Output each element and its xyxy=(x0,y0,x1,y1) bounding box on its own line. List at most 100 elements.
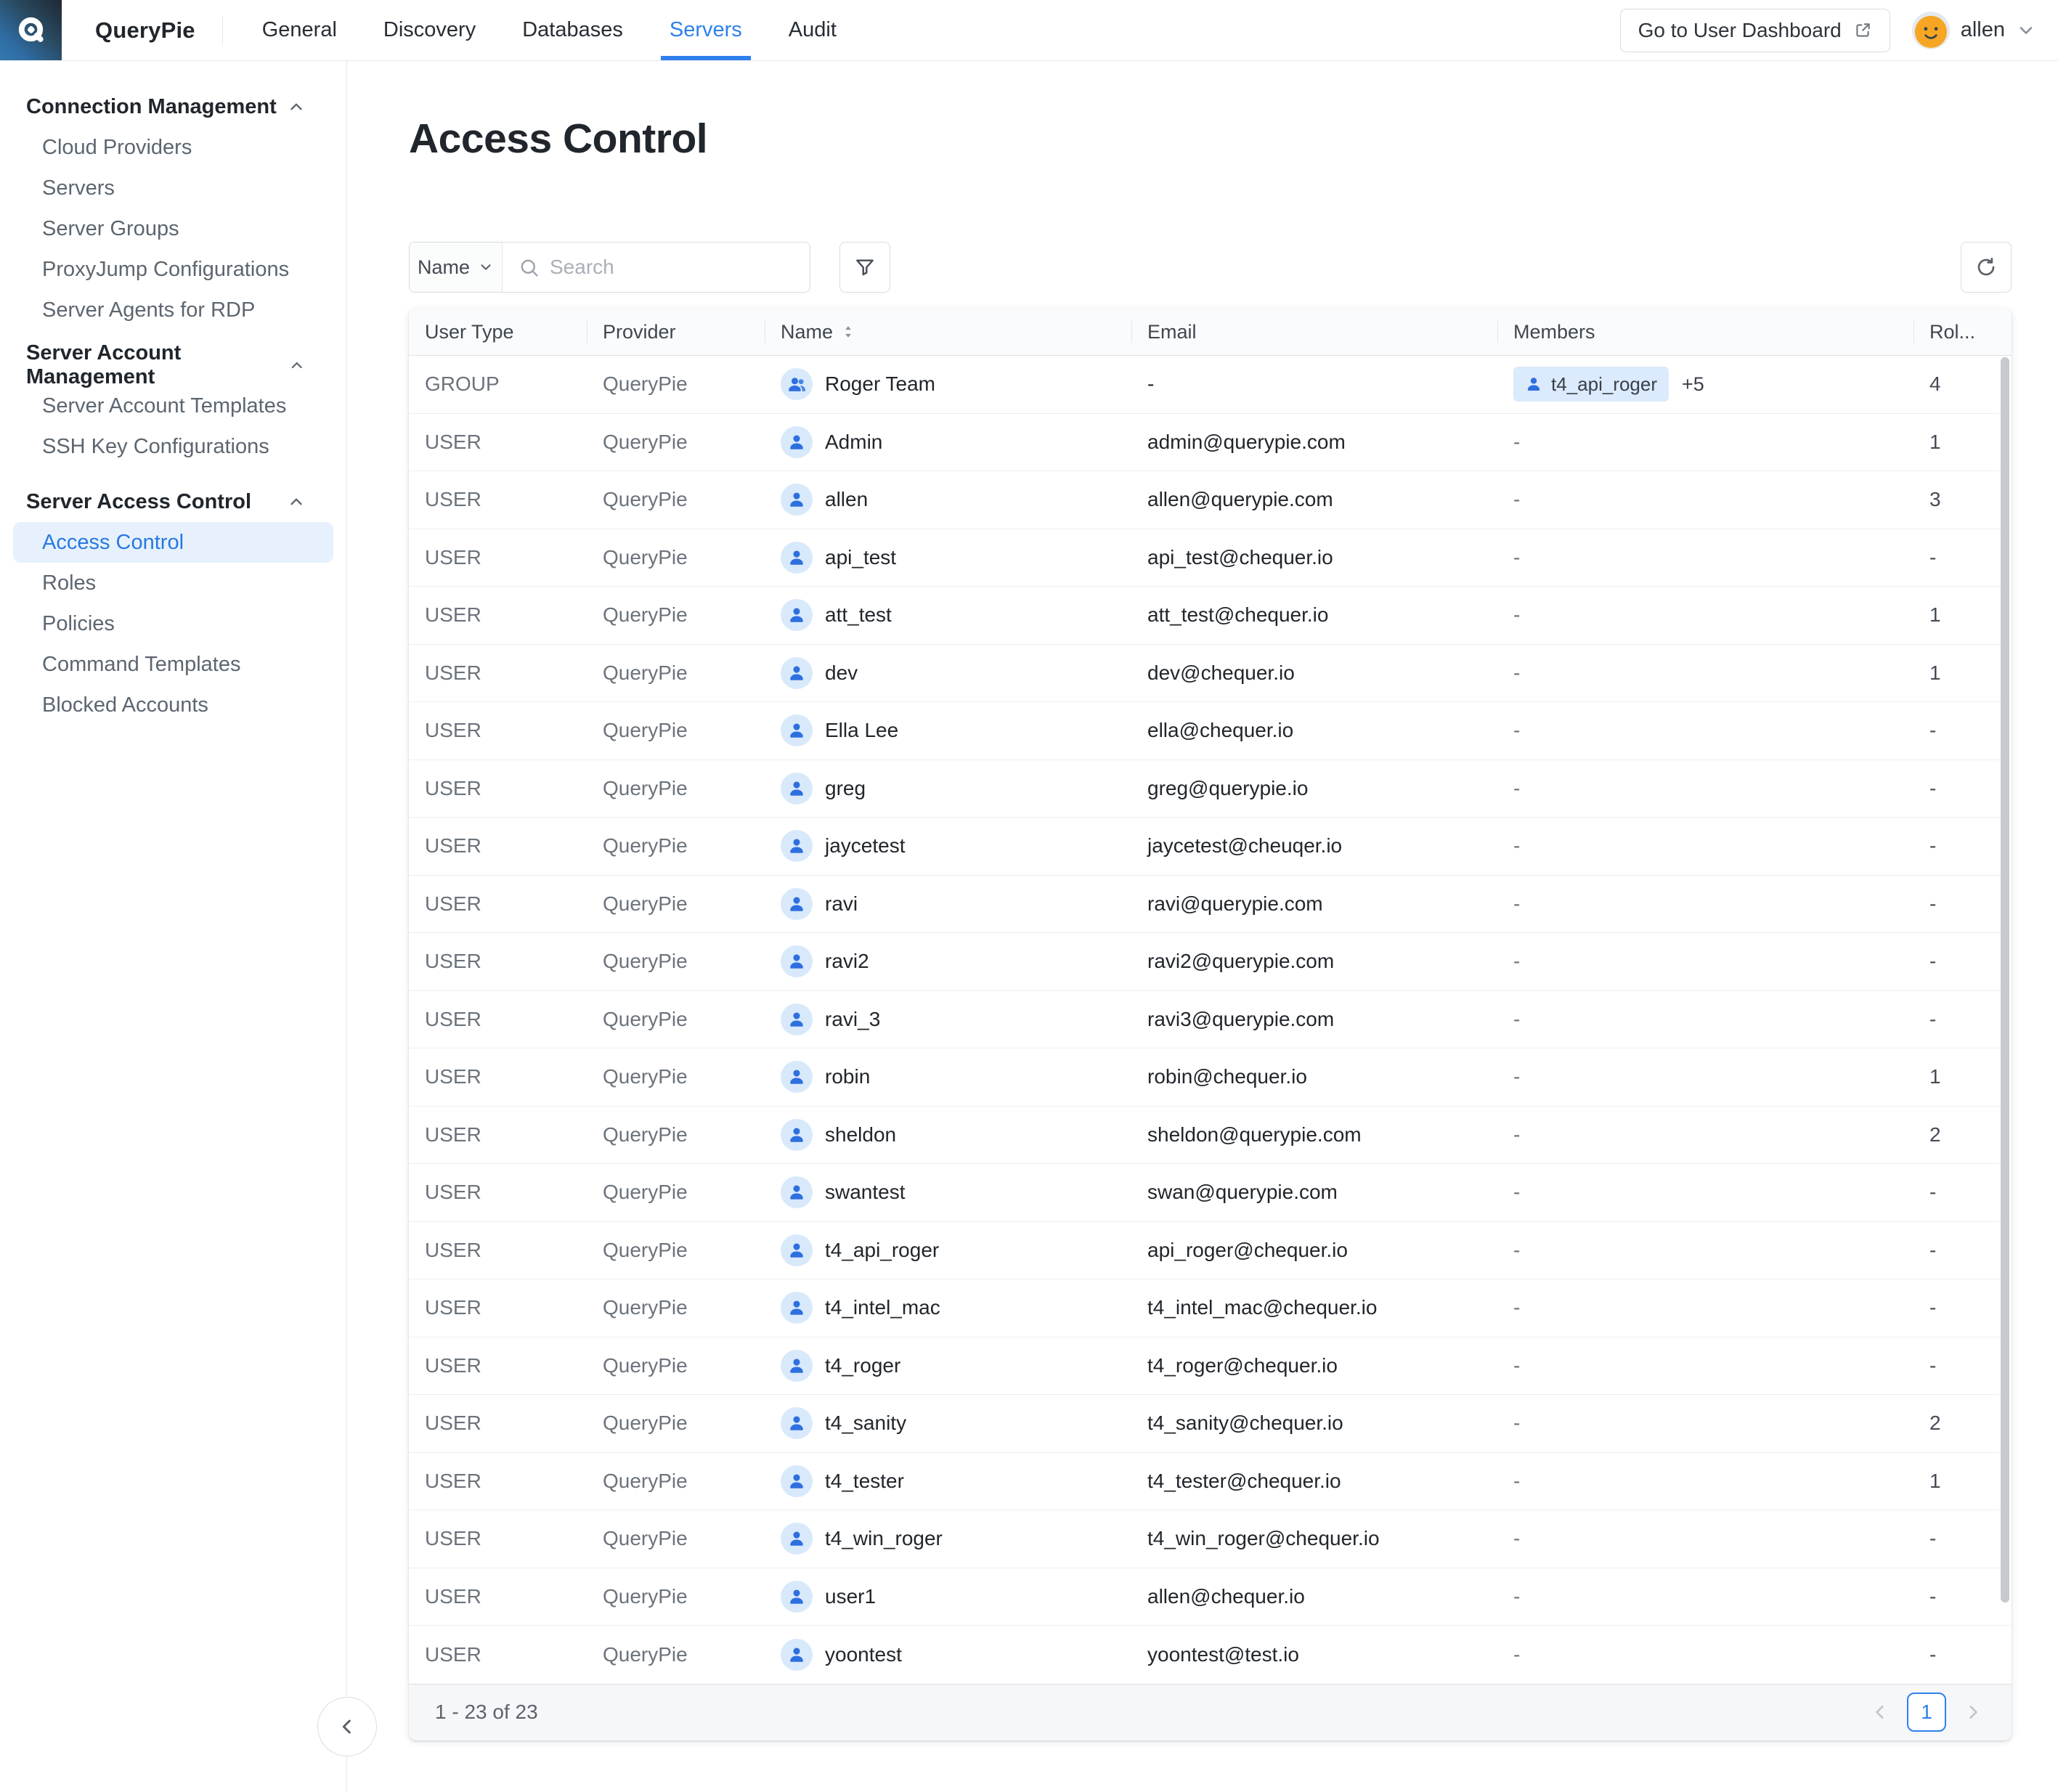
name-text: Roger Team xyxy=(825,372,935,396)
sidebar-item-server-groups[interactable]: Server Groups xyxy=(13,208,333,249)
user-icon xyxy=(787,1241,806,1260)
sidebar-item-cloud-providers[interactable]: Cloud Providers xyxy=(13,127,333,168)
sidebar-item-command-templates[interactable]: Command Templates xyxy=(13,644,333,685)
pagination-next-button[interactable] xyxy=(1962,1701,1984,1723)
user-icon xyxy=(787,548,806,567)
sidebar-item-proxyjump-configurations[interactable]: ProxyJump Configurations xyxy=(13,249,333,290)
name-text: t4_tester xyxy=(825,1470,904,1493)
querypie-logo[interactable] xyxy=(0,0,62,60)
sidebar-item-blocked-accounts[interactable]: Blocked Accounts xyxy=(13,685,333,725)
table-row[interactable]: USER QueryPie t4_tester t4_tester@cheque… xyxy=(409,1453,2012,1511)
sidebar-item-servers[interactable]: Servers xyxy=(13,168,333,208)
cell-name: Roger Team xyxy=(765,368,1131,400)
sidebar-section-connection-management: Connection Management Cloud Providers Se… xyxy=(0,92,346,330)
cell-user-type: USER xyxy=(409,1643,587,1666)
user-avatar-icon xyxy=(781,1407,813,1439)
nav-tab-databases[interactable]: Databases xyxy=(522,0,623,60)
sidebar-section-header-server-account-management[interactable]: Server Account Management xyxy=(0,351,346,380)
cell-user-type: USER xyxy=(409,1239,587,1262)
name-text: t4_win_roger xyxy=(825,1527,943,1550)
table-row[interactable]: USER QueryPie t4_api_roger api_roger@che… xyxy=(409,1222,2012,1280)
cell-email: dev@chequer.io xyxy=(1131,661,1497,685)
table-row[interactable]: USER QueryPie swantest swan@querypie.com… xyxy=(409,1164,2012,1222)
cell-roles: 1 xyxy=(1913,1065,2012,1088)
column-header-name[interactable]: Name xyxy=(765,309,1131,355)
filter-button[interactable] xyxy=(839,242,890,293)
name-text: user1 xyxy=(825,1585,876,1608)
cell-user-type: USER xyxy=(409,546,587,569)
user-menu[interactable]: allen xyxy=(1912,12,2036,49)
member-chip-extra-count: +5 xyxy=(1682,373,1704,396)
sidebar-section-header-connection-management[interactable]: Connection Management xyxy=(0,92,346,121)
table-row[interactable]: USER QueryPie dev dev@chequer.io - 1 xyxy=(409,645,2012,703)
search-input[interactable] xyxy=(550,256,794,279)
cell-user-type: USER xyxy=(409,892,587,916)
sidebar-item-ssh-key-configurations[interactable]: SSH Key Configurations xyxy=(13,426,333,467)
cell-roles: - xyxy=(1913,1296,2012,1319)
sidebar-section-server-access-control: Server Access Control Access Control Rol… xyxy=(0,487,346,725)
table-row[interactable]: USER QueryPie ravi ravi@querypie.com - - xyxy=(409,876,2012,934)
table-row[interactable]: USER QueryPie jaycetest jaycetest@cheuqe… xyxy=(409,818,2012,876)
cell-name: jaycetest xyxy=(765,830,1131,862)
cell-members: - xyxy=(1497,719,1913,742)
sidebar-item-access-control[interactable]: Access Control xyxy=(13,522,333,563)
members-empty-dash: - xyxy=(1513,892,1520,916)
table-row[interactable]: USER QueryPie ravi_3 ravi3@querypie.com … xyxy=(409,991,2012,1049)
sidebar-item-server-account-templates[interactable]: Server Account Templates xyxy=(13,386,333,426)
cell-name: ravi2 xyxy=(765,945,1131,977)
pagination-page-1[interactable]: 1 xyxy=(1907,1693,1946,1732)
members-empty-dash: - xyxy=(1513,834,1520,858)
cell-roles: - xyxy=(1913,546,2012,569)
table-row[interactable]: USER QueryPie Ella Lee ella@chequer.io -… xyxy=(409,702,2012,760)
cell-user-type: USER xyxy=(409,1412,587,1435)
sidebar-item-policies[interactable]: Policies xyxy=(13,603,333,644)
table-row[interactable]: USER QueryPie sheldon sheldon@querypie.c… xyxy=(409,1107,2012,1165)
sidebar-item-roles[interactable]: Roles xyxy=(13,563,333,603)
cell-members: - xyxy=(1497,546,1913,569)
name-text: t4_sanity xyxy=(825,1412,906,1435)
table-row[interactable]: USER QueryPie api_test api_test@chequer.… xyxy=(409,529,2012,587)
sidebar-section-header-server-access-control[interactable]: Server Access Control xyxy=(0,487,346,516)
pagination-prev-button[interactable] xyxy=(1869,1701,1891,1723)
cell-roles: - xyxy=(1913,950,2012,973)
table-row[interactable]: USER QueryPie t4_sanity t4_sanity@cheque… xyxy=(409,1395,2012,1453)
table-row[interactable]: USER QueryPie allen allen@querypie.com -… xyxy=(409,471,2012,529)
search-group: Name xyxy=(409,242,810,293)
column-header-name-label: Name xyxy=(781,321,833,343)
table-row[interactable]: USER QueryPie yoontest yoontest@test.io … xyxy=(409,1626,2012,1684)
go-to-user-dashboard-button[interactable]: Go to User Dashboard xyxy=(1620,9,1890,52)
cell-provider: QueryPie xyxy=(587,546,765,569)
cell-provider: QueryPie xyxy=(587,719,765,742)
go-to-user-dashboard-label: Go to User Dashboard xyxy=(1638,19,1842,42)
table-row[interactable]: USER QueryPie t4_win_roger t4_win_roger@… xyxy=(409,1510,2012,1568)
table-body: GROUP QueryPie Roger Team - t4_api_roger… xyxy=(409,356,2012,1684)
table-row[interactable]: USER QueryPie robin robin@chequer.io - 1 xyxy=(409,1048,2012,1107)
table-row[interactable]: USER QueryPie Admin admin@querypie.com -… xyxy=(409,414,2012,472)
table-row[interactable]: USER QueryPie t4_roger t4_roger@chequer.… xyxy=(409,1337,2012,1396)
search-field-select[interactable]: Name xyxy=(410,243,503,292)
nav-tab-discovery[interactable]: Discovery xyxy=(383,0,476,60)
nav-tab-audit[interactable]: Audit xyxy=(789,0,837,60)
sidebar-item-server-agents-for-rdp[interactable]: Server Agents for RDP xyxy=(13,290,333,330)
sidebar-collapse-button[interactable] xyxy=(317,1697,377,1756)
members-empty-dash: - xyxy=(1513,1643,1520,1666)
cell-provider: QueryPie xyxy=(587,1412,765,1435)
table-row[interactable]: GROUP QueryPie Roger Team - t4_api_roger… xyxy=(409,356,2012,414)
user-icon xyxy=(787,1529,806,1548)
user-avatar-icon xyxy=(781,888,813,920)
cell-name: t4_tester xyxy=(765,1465,1131,1497)
user-icon xyxy=(787,490,806,509)
user-icon xyxy=(787,664,806,683)
cell-user-type: USER xyxy=(409,719,587,742)
members-empty-dash: - xyxy=(1513,719,1520,742)
table-row[interactable]: USER QueryPie att_test att_test@chequer.… xyxy=(409,587,2012,645)
table-row[interactable]: USER QueryPie user1 allen@chequer.io - - xyxy=(409,1568,2012,1626)
table-row[interactable]: USER QueryPie t4_intel_mac t4_intel_mac@… xyxy=(409,1279,2012,1337)
user-icon xyxy=(787,606,806,624)
nav-tab-general[interactable]: General xyxy=(262,0,337,60)
nav-tab-servers[interactable]: Servers xyxy=(670,0,742,60)
table-row[interactable]: USER QueryPie ravi2 ravi2@querypie.com -… xyxy=(409,933,2012,991)
table-row[interactable]: USER QueryPie greg greg@querypie.io - - xyxy=(409,760,2012,818)
refresh-button[interactable] xyxy=(1961,242,2012,293)
vertical-scrollbar-thumb[interactable] xyxy=(2001,357,2009,1602)
